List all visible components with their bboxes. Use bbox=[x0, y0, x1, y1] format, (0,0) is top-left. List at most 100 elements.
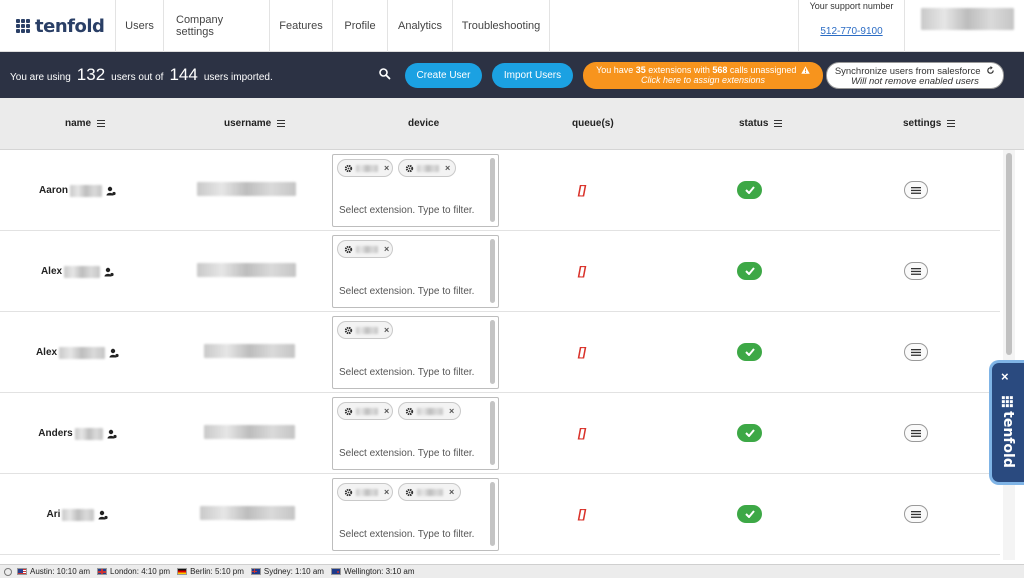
device-tag: × bbox=[337, 321, 393, 339]
clock-london: London: 4:10 pm bbox=[97, 567, 170, 576]
col-header-status[interactable]: status bbox=[739, 118, 782, 129]
world-clock-bar: Austin: 10:10 am London: 4:10 pm Berlin:… bbox=[0, 564, 1024, 578]
nav-users[interactable]: Users bbox=[116, 0, 164, 52]
remove-tag-icon[interactable]: × bbox=[384, 406, 389, 416]
col-header-name[interactable]: name bbox=[65, 118, 105, 129]
device-placeholder[interactable]: Select extension. Type to filter. bbox=[339, 529, 474, 540]
device-tag: × bbox=[398, 402, 461, 420]
sync-salesforce-button[interactable]: Synchronize users from salesforce Will n… bbox=[826, 62, 1004, 89]
user-link-icon[interactable] bbox=[104, 267, 114, 277]
nav-spacer bbox=[550, 0, 799, 51]
user-first-name: Alex bbox=[36, 347, 57, 358]
user-last-name-redacted bbox=[70, 185, 102, 197]
device-placeholder[interactable]: Select extension. Type to filter. bbox=[339, 367, 474, 378]
col-header-username[interactable]: username bbox=[224, 118, 285, 129]
create-user-button[interactable]: Create User bbox=[405, 63, 482, 88]
remove-tag-icon[interactable]: × bbox=[384, 487, 389, 497]
remove-tag-icon[interactable]: × bbox=[384, 325, 389, 335]
device-placeholder[interactable]: Select extension. Type to filter. bbox=[339, 205, 474, 216]
support-number-link[interactable]: 512-770-9100 bbox=[820, 26, 882, 37]
user-link-icon[interactable] bbox=[98, 510, 108, 520]
device-select[interactable]: × Select extension. Type to filter. bbox=[332, 316, 499, 389]
user-last-name-redacted bbox=[75, 428, 103, 440]
tenfold-logo[interactable]: tenfold bbox=[0, 0, 116, 52]
nav-analytics[interactable]: Analytics bbox=[388, 0, 453, 52]
device-tag: × bbox=[398, 159, 456, 177]
user-settings-button[interactable] bbox=[904, 424, 928, 442]
nav-company-settings[interactable]: Company settings bbox=[164, 0, 270, 52]
col-header-device: device bbox=[408, 118, 439, 129]
clock-settings-icon[interactable] bbox=[4, 568, 12, 576]
status-enabled-toggle[interactable] bbox=[737, 424, 762, 442]
device-select[interactable]: × × Select extension. Type to filter. bbox=[332, 478, 499, 551]
user-settings-button[interactable] bbox=[904, 181, 928, 199]
remove-tag-icon[interactable]: × bbox=[449, 487, 454, 497]
user-link-icon[interactable] bbox=[106, 186, 116, 196]
extension-redacted bbox=[356, 165, 378, 172]
clock-wellington: Wellington: 3:10 am bbox=[331, 567, 415, 576]
page-scrollbar-thumb[interactable] bbox=[1006, 153, 1012, 355]
warning-icon bbox=[801, 66, 810, 74]
user-settings-button[interactable] bbox=[904, 343, 928, 361]
tenfold-side-widget[interactable]: × tenfold bbox=[989, 360, 1024, 485]
user-last-name-redacted bbox=[62, 509, 94, 521]
device-scrollbar[interactable] bbox=[490, 401, 495, 465]
device-scrollbar[interactable] bbox=[490, 482, 495, 546]
account-menu[interactable] bbox=[905, 0, 1024, 51]
device-scrollbar[interactable] bbox=[490, 158, 495, 222]
alert-text-c: calls unassigned bbox=[727, 65, 796, 75]
remove-tag-icon[interactable]: × bbox=[445, 163, 450, 173]
device-select[interactable]: × × Select extension. Type to filter. bbox=[332, 154, 499, 227]
alert-text-b: extensions with bbox=[646, 65, 713, 75]
menu-icon bbox=[911, 430, 921, 437]
remove-tag-icon[interactable]: × bbox=[384, 163, 389, 173]
sort-icon[interactable] bbox=[774, 120, 782, 127]
device-tag: × bbox=[337, 402, 393, 420]
sort-icon[interactable] bbox=[97, 120, 105, 127]
top-nav: tenfold Users Company settings Features … bbox=[0, 0, 1024, 52]
col-header-settings[interactable]: settings bbox=[903, 118, 955, 129]
menu-icon bbox=[911, 511, 921, 518]
import-users-button[interactable]: Import Users bbox=[492, 63, 573, 88]
username-redacted bbox=[200, 506, 295, 520]
sort-icon[interactable] bbox=[947, 120, 955, 127]
sort-icon[interactable] bbox=[277, 120, 285, 127]
clock-label: Berlin: 5:10 pm bbox=[190, 567, 244, 576]
close-icon[interactable]: × bbox=[1001, 369, 1009, 384]
device-placeholder[interactable]: Select extension. Type to filter. bbox=[339, 286, 474, 297]
users-total-count: 144 bbox=[169, 65, 197, 85]
search-icon[interactable] bbox=[378, 67, 392, 81]
nav-troubleshooting[interactable]: Troubleshooting bbox=[453, 0, 550, 52]
alert-text-a: You have bbox=[596, 65, 636, 75]
page-scrollbar[interactable] bbox=[1003, 150, 1015, 560]
status-enabled-toggle[interactable] bbox=[737, 181, 762, 199]
status-enabled-toggle[interactable] bbox=[737, 262, 762, 280]
device-scrollbar[interactable] bbox=[490, 239, 495, 303]
device-select[interactable]: × Select extension. Type to filter. bbox=[332, 235, 499, 308]
support-info: Your support number 512-770-9100 bbox=[799, 0, 905, 52]
side-widget-label: tenfold bbox=[1000, 411, 1016, 468]
status-enabled-toggle[interactable] bbox=[737, 505, 762, 523]
device-tag: × bbox=[398, 483, 461, 501]
user-settings-button[interactable] bbox=[904, 505, 928, 523]
user-settings-button[interactable] bbox=[904, 262, 928, 280]
unassigned-extensions-alert-button[interactable]: You have 35 extensions with 568 calls un… bbox=[583, 62, 823, 89]
remove-tag-icon[interactable]: × bbox=[384, 244, 389, 254]
gear-icon bbox=[344, 407, 353, 416]
user-first-name: Anders bbox=[38, 428, 72, 439]
clock-label: London: 4:10 pm bbox=[110, 567, 170, 576]
device-placeholder[interactable]: Select extension. Type to filter. bbox=[339, 448, 474, 459]
col-queues-label: queue(s) bbox=[572, 118, 614, 129]
clock-austin: Austin: 10:10 am bbox=[17, 567, 90, 576]
user-link-icon[interactable] bbox=[107, 429, 117, 439]
device-select[interactable]: × × Select extension. Type to filter. bbox=[332, 397, 499, 470]
device-scrollbar[interactable] bbox=[490, 320, 495, 384]
gear-icon bbox=[344, 245, 353, 254]
status-enabled-toggle[interactable] bbox=[737, 343, 762, 361]
nav-features[interactable]: Features bbox=[270, 0, 333, 52]
user-link-icon[interactable] bbox=[109, 348, 119, 358]
remove-tag-icon[interactable]: × bbox=[449, 406, 454, 416]
clock-label: Austin: 10:10 am bbox=[30, 567, 90, 576]
nav-profile[interactable]: Profile bbox=[333, 0, 388, 52]
usage-middle: users out of bbox=[111, 72, 163, 83]
